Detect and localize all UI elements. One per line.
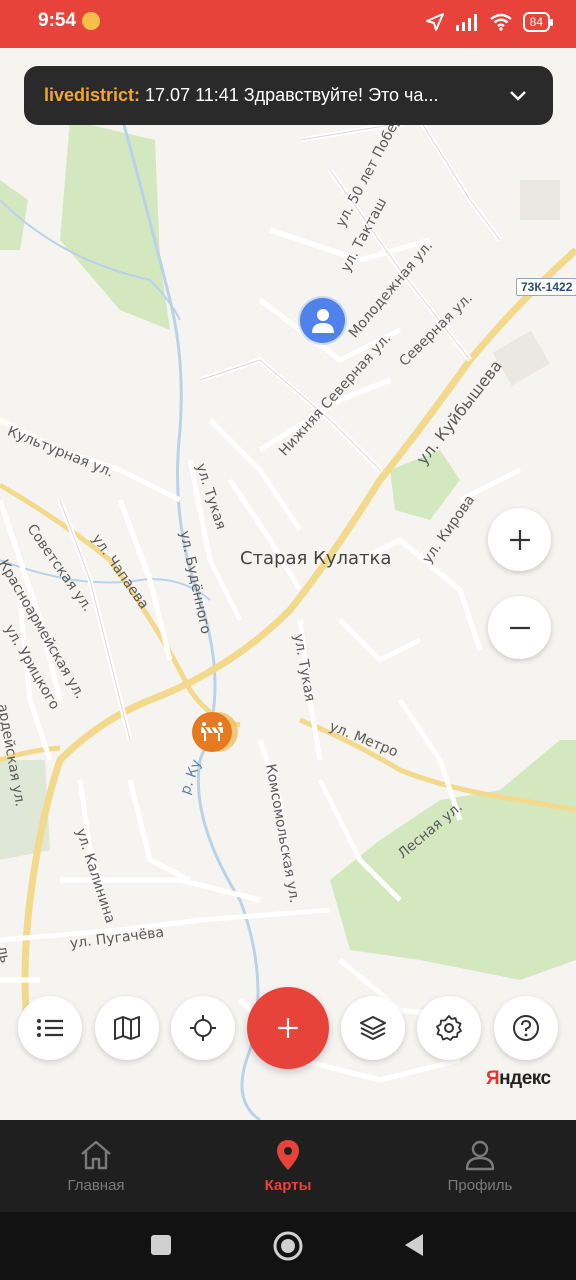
settings-icon xyxy=(436,1015,462,1041)
signal-icon xyxy=(455,14,477,31)
user-avatar-marker[interactable] xyxy=(300,298,345,343)
map-view[interactable]: ул. 50 лет Победы ул. Такташ Молодежная … xyxy=(0,48,576,1120)
place-title: Старая Кулатка xyxy=(240,548,392,569)
chevron-down-icon[interactable] xyxy=(507,84,529,106)
zoom-in-button[interactable] xyxy=(488,508,551,571)
person-icon xyxy=(311,308,334,333)
nav-maps[interactable]: Карты xyxy=(192,1120,384,1212)
home-icon xyxy=(81,1140,111,1169)
profile-icon xyxy=(465,1140,495,1170)
nav-profile[interactable]: Профиль xyxy=(384,1120,576,1212)
home-button-icon[interactable] xyxy=(272,1230,304,1262)
road-number-badge: 73К-1422 xyxy=(516,278,576,296)
nav-maps-label: Карты xyxy=(264,1176,312,1194)
yandex-logo[interactable]: Яндекс xyxy=(486,1068,551,1090)
map-icon xyxy=(114,1016,140,1040)
settings-button[interactable] xyxy=(417,996,481,1060)
map-type-button[interactable] xyxy=(95,996,159,1060)
status-bar: 9:54 84 xyxy=(0,0,576,48)
add-button[interactable] xyxy=(247,987,329,1069)
roadworks-marker[interactable] xyxy=(192,712,238,756)
status-time: 9:54 xyxy=(38,10,77,31)
locate-button[interactable] xyxy=(171,996,235,1060)
map-pin-icon xyxy=(277,1139,299,1170)
list-icon xyxy=(37,1019,63,1037)
back-button-icon[interactable] xyxy=(402,1230,426,1260)
list-button[interactable] xyxy=(18,996,82,1060)
marker-circle xyxy=(192,712,232,752)
plus-icon xyxy=(509,529,530,550)
battery-icon: 84 xyxy=(522,12,554,32)
push-notification[interactable]: livedistrict: 17.07 11:41 Здравствуйте! … xyxy=(24,66,553,125)
locate-icon xyxy=(190,1015,216,1041)
status-icons: 84 xyxy=(425,12,554,32)
zoom-out-button[interactable] xyxy=(488,596,551,659)
nav-profile-label: Профиль xyxy=(447,1176,513,1194)
location-arrow-icon xyxy=(425,13,444,31)
wifi-icon xyxy=(489,13,512,31)
system-navigation-bar xyxy=(0,1212,576,1280)
notification-text: 17.07 11:41 Здравствуйте! Это ча... xyxy=(145,85,439,105)
recents-button-icon[interactable] xyxy=(149,1230,173,1260)
bottom-navigation: Главная Карты Профиль xyxy=(0,1120,576,1212)
minus-icon xyxy=(509,626,530,629)
map-canvas xyxy=(0,109,576,1120)
help-button[interactable] xyxy=(494,996,558,1060)
nav-home[interactable]: Главная xyxy=(0,1120,192,1212)
notification-emoji-icon xyxy=(82,12,100,30)
add-icon xyxy=(278,1018,298,1038)
layers-button[interactable] xyxy=(341,996,405,1060)
road-barrier-icon xyxy=(201,722,223,741)
help-icon xyxy=(513,1015,539,1041)
notification-app-name: livedistrict: xyxy=(44,85,141,105)
layers-icon xyxy=(360,1016,386,1041)
nav-home-label: Главная xyxy=(67,1176,125,1194)
